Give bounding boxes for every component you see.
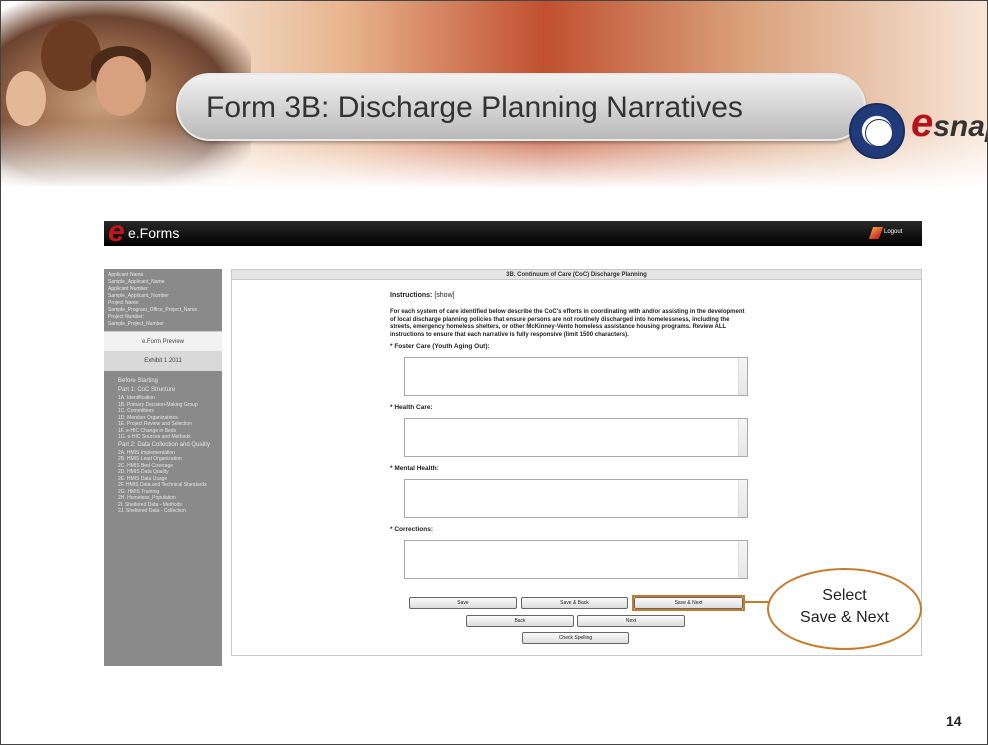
callout-line2: Save & Next — [800, 609, 889, 626]
next-button[interactable]: Next — [577, 615, 685, 627]
mental-health-textarea[interactable] — [404, 479, 748, 518]
question-foster-care: * Foster Care (Youth Aging Out): — [390, 343, 490, 350]
instructions-show-link[interactable]: [show] — [434, 292, 454, 299]
callout-line1: Select — [822, 587, 867, 604]
save-button[interactable]: Save — [409, 597, 517, 609]
check-spelling-button[interactable]: Check Spelling — [522, 632, 629, 644]
app-header-bar — [104, 221, 922, 246]
save-next-highlight — [632, 595, 745, 611]
slide: Form 3B: Discharge Planning Narratives e… — [0, 0, 988, 745]
tab-exhibit[interactable]: Exhibit 1 2011 — [104, 351, 222, 371]
info-value: Sample_Project_Number — [108, 321, 164, 327]
sidebar: Applicant Name: Sample_Applicant_Name Ap… — [104, 269, 222, 666]
applicant-info: Applicant Name: Sample_Applicant_Name Ap… — [104, 269, 222, 331]
eforms-logo-icon: e — [108, 215, 125, 248]
save-back-button[interactable]: Save & Back — [521, 597, 628, 609]
info-label: Applicant Name: — [108, 272, 145, 278]
hud-seal-icon — [849, 103, 905, 159]
form-content: Instructions: [show] For each system of … — [390, 292, 750, 579]
info-value: Sample_Program_Office_Project_Name — [108, 307, 198, 313]
instructions: Instructions: [show] — [390, 292, 750, 299]
logout-link[interactable]: Logout — [884, 229, 902, 235]
callout-text: Select Save & Next — [767, 585, 922, 629]
instructions-paragraph: For each system of care identified below… — [390, 309, 745, 338]
info-label: Project Number: — [108, 314, 145, 320]
info-value: Sample_Applicant_Number — [108, 293, 169, 299]
form-header: 3B. Continuum of Care (CoC) Discharge Pl… — [232, 270, 921, 280]
back-button[interactable]: Back — [466, 615, 574, 627]
info-label: Project Name: — [108, 300, 140, 306]
sidebar-nav: Before Starting Part 1: CoC Structure 1A… — [104, 371, 222, 515]
question-mental-health: * Mental Health: — [390, 465, 439, 472]
slide-title: Form 3B: Discharge Planning Narratives — [206, 91, 743, 124]
info-label: Applicant Number: — [108, 286, 150, 292]
health-care-textarea[interactable] — [404, 418, 748, 457]
sidebar-item-2j[interactable]: 2J. Sheltered Data - Collection — [118, 508, 218, 515]
sidebar-item-part1[interactable]: Part 1: CoC Structure — [118, 386, 218, 395]
corrections-textarea[interactable] — [404, 540, 748, 579]
info-value: Sample_Applicant_Name — [108, 279, 165, 285]
foster-care-textarea[interactable] — [404, 357, 748, 396]
app-name: e.Forms — [128, 225, 180, 241]
sidebar-item-before-starting[interactable]: Before Starting — [118, 377, 218, 386]
instructions-label: Instructions: — [390, 292, 433, 299]
sidebar-item-part2[interactable]: Part 2: Data Collection and Quality — [118, 441, 218, 450]
question-health-care: * Health Care: — [390, 404, 433, 411]
tab-eform-preview[interactable]: e.Form Preview — [104, 331, 222, 351]
esnaps-logo: esnaps — [911, 101, 987, 145]
question-corrections: * Corrections: — [390, 526, 433, 533]
sidebar-item-2f[interactable]: 2F. HMIS Data and Technical Standards — [118, 482, 218, 489]
page-number: 14 — [946, 713, 962, 729]
